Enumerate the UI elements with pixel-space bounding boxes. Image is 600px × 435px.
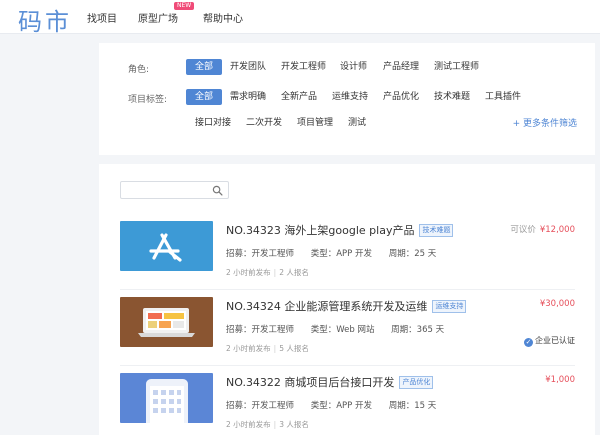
- project-tag: 产品优化: [399, 376, 434, 389]
- tag-project-management[interactable]: 项目管理: [297, 115, 333, 131]
- project-tag: 技术难题: [419, 224, 454, 237]
- role-dev-team[interactable]: 开发团队: [230, 59, 266, 75]
- nav-help-center[interactable]: 帮助中心: [203, 10, 243, 25]
- app-store-icon: [149, 233, 182, 262]
- tag-clear-requirements[interactable]: 需求明确: [230, 89, 266, 105]
- project-posting-info: 2 小时前发布 | 3 人报名: [226, 420, 309, 429]
- top-nav-bar: 码市 找项目 原型广场 NEW 帮助中心: [0, 0, 600, 37]
- tag-tool-plugin[interactable]: 工具插件: [485, 89, 521, 105]
- project-tag: 运维支持: [432, 300, 467, 313]
- project-item[interactable]: NO.34324 企业能源管理系统开发及运维 运维支持 招募：开发工程师 类型：W…: [120, 297, 575, 360]
- filter-panel: 角色: 全部 开发团队 开发工程师 设计师 产品经理 测试工程师 项目标签: 全…: [99, 43, 595, 155]
- tag-testing[interactable]: 测试: [348, 115, 366, 131]
- project-item[interactable]: NO.34323 海外上架google play产品 技术难题 招募：开发工程师 …: [120, 221, 575, 284]
- project-posting-info: 2 小时前发布 | 5 人报名: [226, 344, 309, 353]
- mobile-thumbnail[interactable]: [120, 373, 213, 423]
- tag-product-optimization[interactable]: 产品优化: [383, 89, 419, 105]
- check-icon: ✓: [524, 338, 533, 347]
- project-meta: 招募：开发工程师 类型：APP 开发 周期：15 天: [226, 401, 437, 411]
- laptop-thumbnail[interactable]: [120, 297, 213, 347]
- project-price: 可议价 ¥12,000: [510, 225, 575, 235]
- enterprise-verified-badge: ✓ 企业已认证: [524, 336, 575, 347]
- role-all[interactable]: 全部: [186, 59, 223, 75]
- project-list-panel: NO.34323 海外上架google play产品 技术难题 招募：开发工程师 …: [99, 164, 595, 435]
- tag-filter-label: 项目标签:: [128, 95, 168, 105]
- role-test-engineer[interactable]: 测试工程师: [434, 59, 479, 75]
- role-filter-label: 角色:: [128, 65, 150, 75]
- nav-prototype-square[interactable]: 原型广场 NEW: [138, 2, 195, 25]
- search-icon[interactable]: [212, 185, 223, 196]
- tag-ops-support[interactable]: 运维支持: [332, 89, 368, 105]
- project-meta: 招募：开发工程师 类型：Web 网站 周期：365 天: [226, 325, 445, 335]
- more-filters-link[interactable]: + 更多条件筛选: [513, 116, 577, 129]
- role-designer[interactable]: 设计师: [340, 59, 367, 75]
- project-title[interactable]: NO.34324 企业能源管理系统开发及运维 运维支持: [226, 298, 467, 314]
- project-price: ¥1,000: [545, 375, 575, 385]
- mobile-phone-icon: [146, 379, 188, 423]
- project-title[interactable]: NO.34323 海外上架google play产品 技术难题: [226, 222, 454, 238]
- list-divider: [120, 365, 575, 366]
- tag-secondary-dev[interactable]: 二次开发: [246, 115, 282, 131]
- tag-tech-challenge[interactable]: 技术难题: [434, 89, 470, 105]
- project-posting-info: 2 小时前发布 | 2 人报名: [226, 268, 309, 277]
- tag-api-integration[interactable]: 接口对接: [195, 115, 231, 131]
- project-item[interactable]: NO.34322 商城项目后台接口开发 产品优化 招募：开发工程师 类型：APP …: [120, 373, 575, 435]
- role-product-manager[interactable]: 产品经理: [383, 59, 419, 75]
- nav-prototype-label: 原型广场: [138, 14, 178, 25]
- nav-find-projects[interactable]: 找项目: [87, 10, 117, 25]
- new-badge: NEW: [174, 2, 195, 10]
- app-store-thumbnail[interactable]: [120, 221, 213, 271]
- laptop-icon: [138, 308, 195, 337]
- tag-new-product[interactable]: 全新产品: [281, 89, 317, 105]
- tag-all[interactable]: 全部: [186, 89, 223, 105]
- site-logo[interactable]: 码市: [18, 2, 72, 37]
- search-input[interactable]: [120, 181, 229, 199]
- list-divider: [120, 289, 575, 290]
- project-meta: 招募：开发工程师 类型：APP 开发 周期：25 天: [226, 249, 437, 259]
- negotiable-label: 可议价: [510, 225, 536, 235]
- role-dev-engineer[interactable]: 开发工程师: [281, 59, 326, 75]
- project-title[interactable]: NO.34322 商城项目后台接口开发 产品优化: [226, 374, 434, 390]
- project-price: ¥30,000: [539, 299, 575, 309]
